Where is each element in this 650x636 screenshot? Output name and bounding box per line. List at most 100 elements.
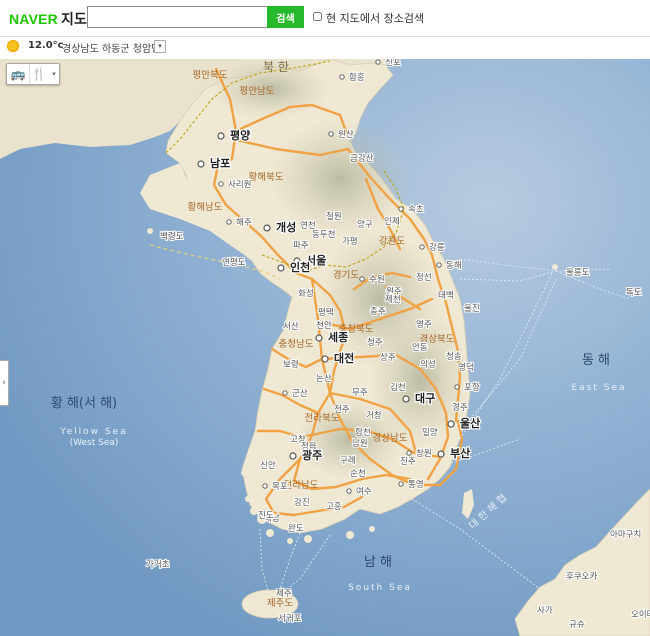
city-label: 울산 bbox=[460, 416, 480, 430]
city-label: 해주 bbox=[236, 218, 252, 228]
city-label: 철원 bbox=[326, 211, 342, 222]
city-label: 밀양 bbox=[422, 427, 438, 438]
province-label: 제주도 bbox=[267, 598, 293, 609]
chevron-down-icon[interactable]: ▾ bbox=[49, 64, 59, 84]
city-label: 통영 bbox=[408, 479, 424, 490]
city-marker bbox=[398, 206, 404, 212]
search-input[interactable] bbox=[87, 6, 273, 28]
city-label: 남원 bbox=[352, 439, 368, 449]
city-marker bbox=[346, 488, 352, 494]
city-label: 인천 bbox=[290, 260, 310, 274]
city-label: 완도 bbox=[288, 524, 304, 534]
city-label: 평택 bbox=[318, 307, 334, 318]
city-marker bbox=[262, 483, 268, 489]
city-marker bbox=[315, 334, 323, 342]
province-label: 경기도 bbox=[333, 269, 359, 281]
city-label: 백령도 bbox=[160, 231, 184, 242]
city-label: 충주 bbox=[370, 307, 386, 317]
city-label: 화성 bbox=[298, 289, 314, 299]
bus-icon[interactable]: 🚌 bbox=[7, 64, 30, 84]
city-label: 정선 bbox=[416, 272, 432, 283]
city-label: 고흥 bbox=[326, 501, 342, 512]
city-label: 동해 bbox=[446, 261, 462, 271]
yellow-sea-label-en: Yellow Sea bbox=[59, 427, 127, 437]
province-label: 충청남도 bbox=[279, 339, 314, 350]
city-marker bbox=[339, 74, 345, 80]
city-label: 사리원 bbox=[228, 180, 251, 190]
city-label: 진주 bbox=[400, 456, 416, 467]
province-label: 황해북도 bbox=[249, 171, 284, 183]
city-label: 양구 bbox=[357, 219, 373, 230]
city-label: 개성 bbox=[276, 220, 296, 234]
city-label: 순천 bbox=[350, 468, 366, 479]
city-label: 인제 bbox=[384, 216, 400, 227]
restaurant-icon[interactable]: 🍴 bbox=[29, 64, 49, 84]
local-search-label: 현 지도에서 장소검색 bbox=[326, 12, 425, 25]
city-label: 군산 bbox=[292, 388, 308, 399]
city-label: 제천 bbox=[385, 294, 401, 305]
city-marker bbox=[263, 224, 271, 232]
location-dropdown-icon[interactable]: ▾ bbox=[154, 40, 166, 53]
city-marker bbox=[277, 264, 285, 272]
city-label: 수원 bbox=[369, 275, 385, 285]
city-marker bbox=[402, 395, 410, 403]
city-label: 대구 bbox=[415, 391, 435, 405]
search-button[interactable]: 검색 bbox=[267, 6, 304, 28]
side-panel-toggle[interactable]: › bbox=[0, 360, 9, 406]
city-marker bbox=[328, 131, 334, 137]
temperature: 12.0°c bbox=[28, 40, 64, 51]
city-label: 사가 bbox=[537, 606, 553, 616]
city-label: 청송 bbox=[446, 352, 462, 362]
city-label: 포항 bbox=[464, 383, 480, 393]
city-label: 금강산 bbox=[350, 153, 374, 164]
city-label: 논산 bbox=[316, 373, 332, 384]
city-label: 거창 bbox=[366, 411, 382, 421]
city-label: 영덕 bbox=[458, 362, 474, 373]
province-label: 전라남도 bbox=[284, 480, 319, 491]
city-label: 서귀포 bbox=[278, 613, 302, 624]
south-sea-label-en: South Sea bbox=[348, 583, 412, 593]
map-canvas[interactable]: 황 해(서 해) Yellow Sea (West Sea) 동 해 East … bbox=[0, 59, 650, 636]
local-search-checkbox[interactable] bbox=[313, 12, 322, 21]
province-label: 평안남도 bbox=[240, 86, 275, 97]
east-sea-label-en: East Sea bbox=[571, 383, 626, 393]
city-label: 신안 bbox=[260, 460, 276, 471]
city-label: 남포 bbox=[210, 157, 230, 170]
city-marker bbox=[197, 160, 205, 168]
city-marker bbox=[437, 450, 445, 458]
logo-brand: NAVER bbox=[9, 11, 58, 27]
yellow-sea-label-en2: (West Sea) bbox=[70, 438, 119, 448]
city-label: 전주 bbox=[334, 404, 350, 415]
city-label: 연평도 bbox=[222, 257, 246, 268]
city-label: 서산 bbox=[283, 321, 299, 332]
city-label: 청주 bbox=[367, 338, 383, 348]
city-label: 태백 bbox=[438, 290, 454, 301]
city-label: 천안 bbox=[316, 320, 332, 331]
city-label: 무주 bbox=[352, 388, 368, 398]
province-label: 강원도 bbox=[379, 236, 405, 247]
city-label: 신포 bbox=[385, 59, 401, 68]
city-label: 여수 bbox=[356, 486, 372, 497]
city-marker bbox=[447, 420, 455, 428]
city-label: 파주 bbox=[293, 241, 309, 251]
city-label: 상주 bbox=[380, 352, 396, 363]
city-label: 안동 bbox=[412, 342, 428, 353]
city-label: 울진 bbox=[464, 303, 480, 314]
city-marker bbox=[406, 450, 412, 456]
city-label: 합천 bbox=[355, 427, 371, 438]
country-label-north-korea: 북 한 bbox=[263, 60, 289, 74]
city-label: 창원 bbox=[416, 449, 432, 459]
land-ulleungdo bbox=[552, 264, 558, 270]
city-marker bbox=[217, 132, 225, 140]
city-marker bbox=[289, 452, 297, 460]
city-marker bbox=[321, 355, 329, 363]
city-label: 평양 bbox=[230, 128, 250, 142]
naver-map-logo[interactable]: NAVER 지도 bbox=[9, 9, 87, 29]
city-label: 원산 bbox=[338, 129, 354, 140]
city-label: 목포 bbox=[272, 482, 288, 492]
city-marker bbox=[359, 276, 365, 282]
city-label: 보령 bbox=[283, 359, 299, 370]
top-bar: NAVER 지도 검색 현 지도에서 장소검색 bbox=[0, 0, 650, 36]
city-label: 김천 bbox=[390, 382, 406, 393]
south-sea-label-kr: 남 해 bbox=[364, 555, 392, 570]
